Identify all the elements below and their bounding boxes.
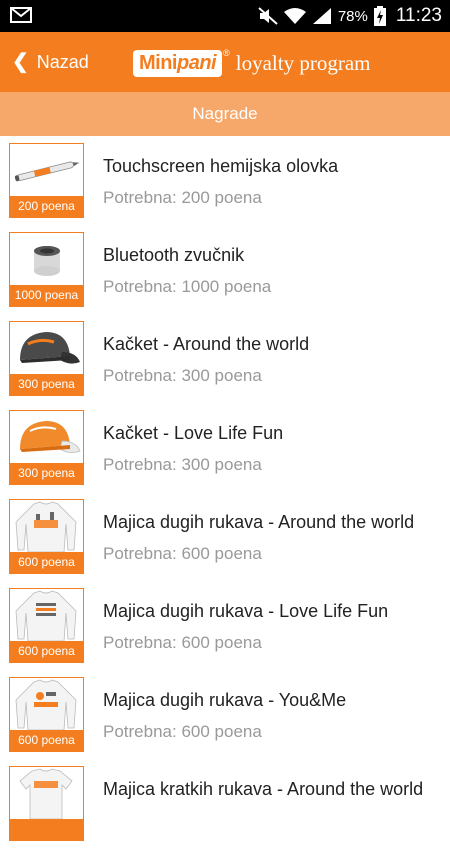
price-badge: 600 poena — [10, 552, 83, 573]
list-item[interactable]: Majica kratkih rukava - Around the world — [0, 759, 450, 848]
reward-thumbnail — [9, 766, 84, 841]
list-item[interactable]: 1000 poena Bluetooth zvučnik Potrebna: 1… — [0, 225, 450, 314]
reward-thumbnail: 600 poena — [9, 588, 84, 663]
mute-icon — [258, 7, 278, 25]
reward-thumbnail: 600 poena — [9, 499, 84, 574]
reward-requirement: Potrebna: 600 poena — [103, 544, 262, 563]
reward-thumbnail: 200 poena — [9, 143, 84, 218]
reward-name: Kačket - Around the world — [103, 334, 310, 354]
longsleeve-shirt-icon — [15, 590, 77, 641]
reward-requirement: Potrebna: 200 poena — [103, 188, 262, 207]
list-item[interactable]: 600 poena Majica dugih rukava - Love Lif… — [0, 581, 450, 670]
price-badge: 600 poena — [10, 641, 83, 662]
minipani-logo: Minipani ® loyalty program — [133, 46, 370, 80]
speaker-icon — [34, 246, 60, 276]
section-title: Nagrade — [0, 92, 450, 136]
battery-charging-icon — [373, 6, 386, 26]
back-label: Nazad — [36, 51, 89, 72]
pen-icon — [14, 161, 80, 182]
reward-name: Majica kratkih rukava - Around the world — [103, 779, 424, 799]
reward-name: Majica dugih rukava - Love Life Fun — [103, 601, 389, 621]
back-button[interactable]: ❮ Nazad — [12, 48, 89, 76]
chevron-left-icon: ❮ — [12, 51, 29, 73]
cap-icon — [20, 332, 80, 364]
reward-requirement: Potrebna: 1000 poena — [103, 277, 272, 296]
reward-requirement: Potrebna: 600 poena — [103, 633, 262, 652]
price-badge: 200 poena — [10, 196, 83, 217]
reward-name: Kačket - Love Life Fun — [103, 423, 284, 443]
reward-name: Bluetooth zvučnik — [103, 245, 245, 265]
price-badge: 300 poena — [10, 463, 83, 484]
reward-requirement: Potrebna: 600 poena — [103, 722, 262, 741]
clock: 11:23 — [395, 5, 442, 26]
battery-percent: 78% — [337, 7, 368, 25]
list-item[interactable]: 600 poena Majica dugih rukava - Around t… — [0, 492, 450, 581]
reward-name: Touchscreen hemijska olovka — [103, 156, 339, 176]
mail-icon — [10, 7, 32, 23]
longsleeve-shirt-icon — [15, 501, 77, 552]
longsleeve-shirt-icon — [15, 679, 77, 730]
status-bar: 78% 11:23 — [0, 0, 450, 32]
cap-icon — [20, 421, 81, 453]
price-badge — [10, 819, 83, 840]
logo-brand: Minipani — [133, 49, 223, 77]
reward-requirement: Potrebna: 300 poena — [103, 455, 262, 474]
reward-thumbnail: 1000 poena — [9, 232, 84, 307]
price-badge: 1000 poena — [10, 285, 83, 306]
list-item[interactable]: 200 poena Touchscreen hemijska olovka Po… — [0, 136, 450, 225]
tshirt-icon — [19, 768, 73, 819]
list-item[interactable]: 300 poena Kačket - Love Life Fun Potrebn… — [0, 403, 450, 492]
list-item[interactable]: 600 poena Majica dugih rukava - You&Me P… — [0, 670, 450, 759]
signal-icon — [312, 8, 331, 24]
reward-requirement: Potrebna: 300 poena — [103, 366, 262, 385]
price-badge: 300 poena — [10, 374, 83, 395]
reward-thumbnail: 300 poena — [9, 321, 84, 396]
price-badge: 600 poena — [10, 730, 83, 751]
logo-tagline: loyalty program — [235, 50, 371, 75]
reward-thumbnail: 600 poena — [9, 677, 84, 752]
app-header: ❮ Nazad Minipani ® loyalty program — [0, 32, 450, 92]
reward-name: Majica dugih rukava - Around the world — [103, 512, 415, 532]
wifi-icon — [283, 8, 306, 24]
rewards-list: 200 poena Touchscreen hemijska olovka Po… — [0, 136, 450, 848]
reward-name: Majica dugih rukava - You&Me — [103, 690, 347, 710]
reward-thumbnail: 300 poena — [9, 410, 84, 485]
list-item[interactable]: 300 poena Kačket - Around the world Potr… — [0, 314, 450, 403]
